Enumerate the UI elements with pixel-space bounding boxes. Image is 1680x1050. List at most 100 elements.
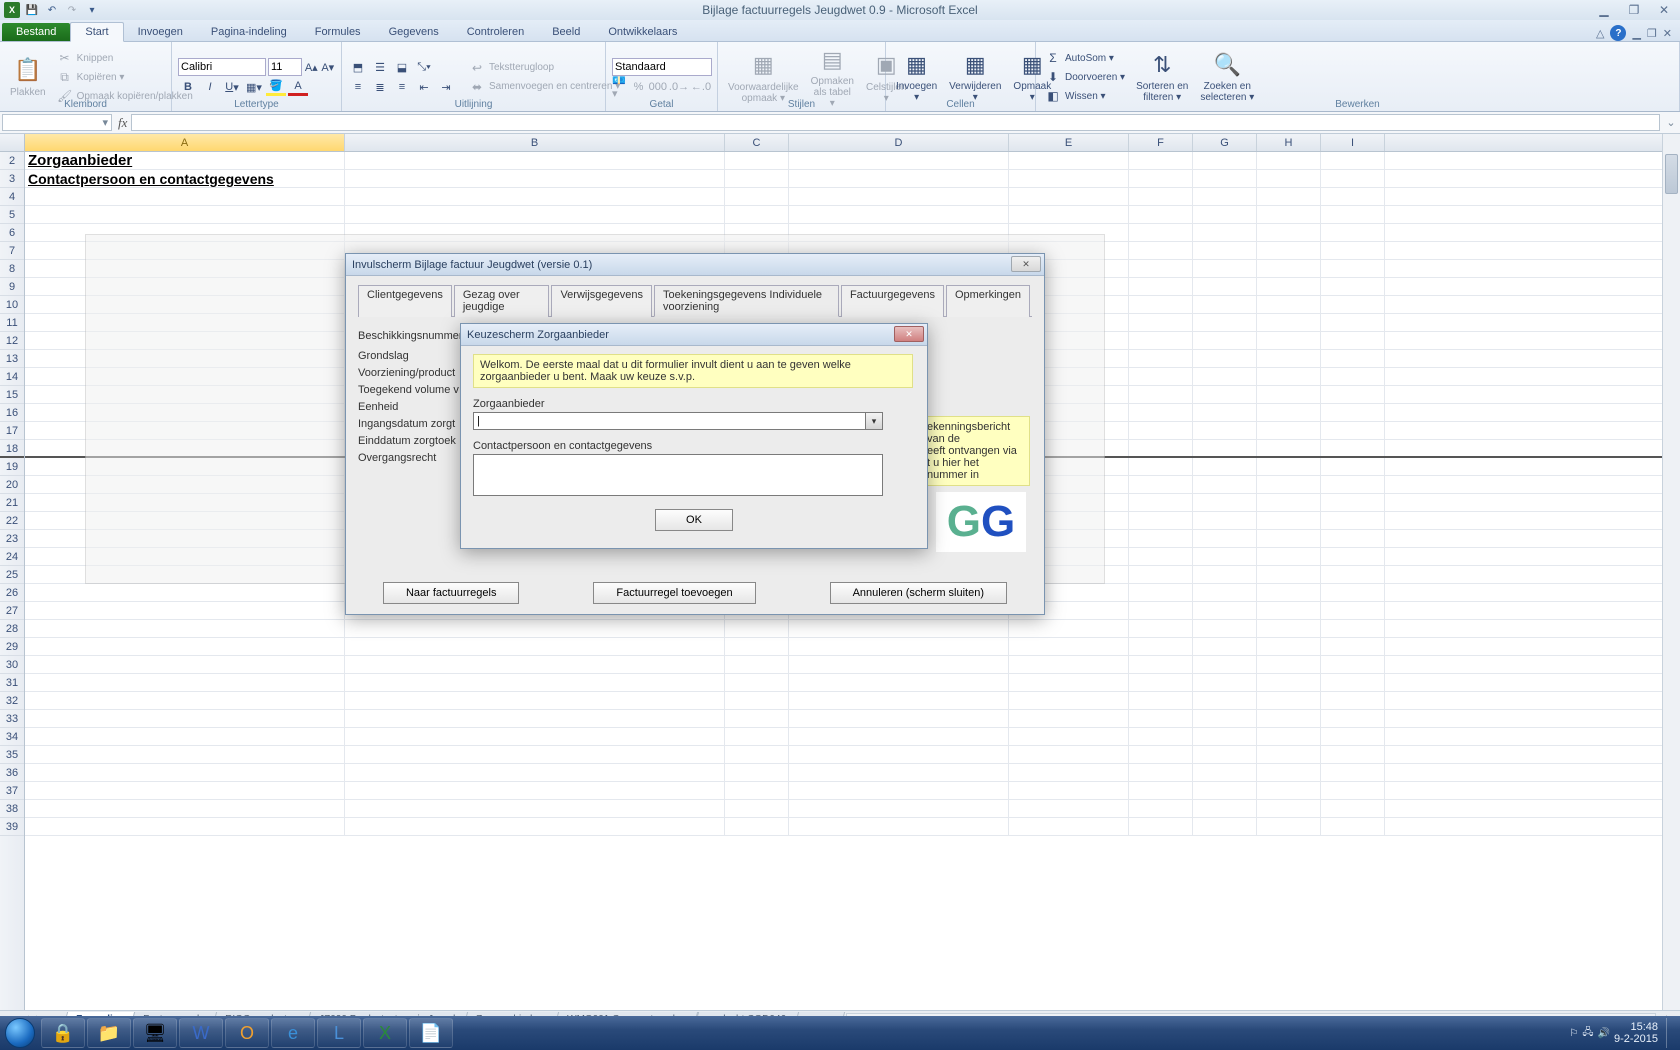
cell[interactable] <box>1321 368 1385 385</box>
fx-icon[interactable]: fx <box>118 115 127 131</box>
ribbon-tab-pagina[interactable]: Pagina-indeling <box>197 23 301 41</box>
cell[interactable] <box>1193 584 1257 601</box>
cell[interactable] <box>725 656 789 673</box>
row-header-7[interactable]: 7 <box>0 242 24 260</box>
row-header-22[interactable]: 22 <box>0 512 24 530</box>
window-restore-icon[interactable]: ❐ <box>1622 2 1646 18</box>
cell[interactable] <box>1257 332 1321 349</box>
row-header-39[interactable]: 39 <box>0 818 24 836</box>
cell[interactable] <box>1321 332 1385 349</box>
cell[interactable] <box>1257 260 1321 277</box>
align-bottom-icon[interactable]: ⬓ <box>392 58 412 76</box>
cell[interactable] <box>1321 152 1385 169</box>
cell[interactable] <box>1129 314 1193 331</box>
cell[interactable] <box>1129 440 1193 456</box>
cell[interactable] <box>1193 350 1257 367</box>
currency-icon[interactable]: 💶▾ <box>612 78 628 96</box>
bold-icon[interactable]: B <box>178 78 198 96</box>
cell[interactable] <box>1009 818 1129 835</box>
cell[interactable] <box>1321 746 1385 763</box>
row-header-14[interactable]: 14 <box>0 368 24 386</box>
cell[interactable] <box>1321 548 1385 565</box>
cell[interactable] <box>789 710 1009 727</box>
cell[interactable] <box>789 674 1009 691</box>
cell[interactable] <box>725 710 789 727</box>
cell[interactable] <box>1129 386 1193 403</box>
cell[interactable] <box>25 566 345 583</box>
cell[interactable] <box>1129 206 1193 223</box>
ribbon-tab-start[interactable]: Start <box>70 22 123 42</box>
cell[interactable] <box>1129 692 1193 709</box>
cell[interactable] <box>1009 656 1129 673</box>
orientation-icon[interactable]: ⤡▾ <box>414 58 434 76</box>
cell[interactable] <box>1257 620 1321 637</box>
cell[interactable] <box>1193 638 1257 655</box>
cell[interactable] <box>1129 764 1193 781</box>
cell[interactable] <box>1129 728 1193 745</box>
cell[interactable] <box>1129 710 1193 727</box>
cell[interactable] <box>1321 458 1385 475</box>
cell[interactable] <box>789 620 1009 637</box>
cell[interactable] <box>25 638 345 655</box>
cell[interactable] <box>1129 818 1193 835</box>
cell[interactable] <box>345 728 725 745</box>
cell[interactable] <box>1129 224 1193 241</box>
cell[interactable] <box>25 530 345 547</box>
cell[interactable] <box>1129 350 1193 367</box>
doc-close-icon[interactable]: ✕ <box>1663 27 1672 40</box>
cell[interactable] <box>1321 818 1385 835</box>
cell[interactable] <box>1193 206 1257 223</box>
name-box[interactable] <box>2 114 112 131</box>
cell[interactable] <box>1129 494 1193 511</box>
task-outlook-icon[interactable]: O <box>225 1018 269 1048</box>
cell[interactable] <box>1321 422 1385 439</box>
cell[interactable] <box>725 188 789 205</box>
cell[interactable] <box>725 800 789 817</box>
cell[interactable] <box>25 350 345 367</box>
cell[interactable] <box>25 296 345 313</box>
row-header-18[interactable]: 18 <box>0 440 24 458</box>
row-header-23[interactable]: 23 <box>0 530 24 548</box>
col-header-G[interactable]: G <box>1193 134 1257 151</box>
cell[interactable] <box>1193 314 1257 331</box>
cell[interactable] <box>1193 692 1257 709</box>
cell[interactable] <box>25 404 345 421</box>
cell[interactable] <box>345 224 725 241</box>
task-excel-icon[interactable]: X <box>363 1018 407 1048</box>
cell[interactable] <box>1257 512 1321 529</box>
dec-inc-icon[interactable]: .0→ <box>669 78 689 96</box>
cell[interactable] <box>1257 764 1321 781</box>
row-header-11[interactable]: 11 <box>0 314 24 332</box>
task-ie-icon[interactable]: e <box>271 1018 315 1048</box>
cell[interactable] <box>1193 386 1257 403</box>
indent-inc-icon[interactable]: ⇥ <box>436 78 456 96</box>
qat-undo-icon[interactable]: ↶ <box>44 2 60 18</box>
cell[interactable] <box>789 206 1009 223</box>
cell[interactable] <box>25 692 345 709</box>
align-center-icon[interactable]: ≣ <box>370 78 390 96</box>
cell[interactable] <box>1321 188 1385 205</box>
vertical-scrollbar[interactable] <box>1662 134 1680 1010</box>
cell[interactable] <box>1193 368 1257 385</box>
cell[interactable] <box>1257 692 1321 709</box>
cell[interactable] <box>1009 692 1129 709</box>
cell[interactable] <box>725 638 789 655</box>
tray-flag-icon[interactable]: ⚐ <box>1569 1028 1578 1039</box>
cell[interactable] <box>1193 260 1257 277</box>
cell[interactable] <box>1129 548 1193 565</box>
cell[interactable] <box>25 746 345 763</box>
row-header-8[interactable]: 8 <box>0 260 24 278</box>
cell[interactable] <box>25 818 345 835</box>
cell[interactable] <box>1257 656 1321 673</box>
window-minimize-icon[interactable]: ▁ <box>1592 2 1616 18</box>
cell[interactable] <box>789 800 1009 817</box>
window-close-icon[interactable]: ✕ <box>1652 2 1676 18</box>
row-header-4[interactable]: 4 <box>0 188 24 206</box>
row-header-27[interactable]: 27 <box>0 602 24 620</box>
row-header-32[interactable]: 32 <box>0 692 24 710</box>
cell[interactable] <box>725 224 789 241</box>
cell[interactable] <box>25 440 345 456</box>
cell[interactable] <box>25 422 345 439</box>
cell[interactable] <box>1193 152 1257 169</box>
cell[interactable] <box>25 494 345 511</box>
